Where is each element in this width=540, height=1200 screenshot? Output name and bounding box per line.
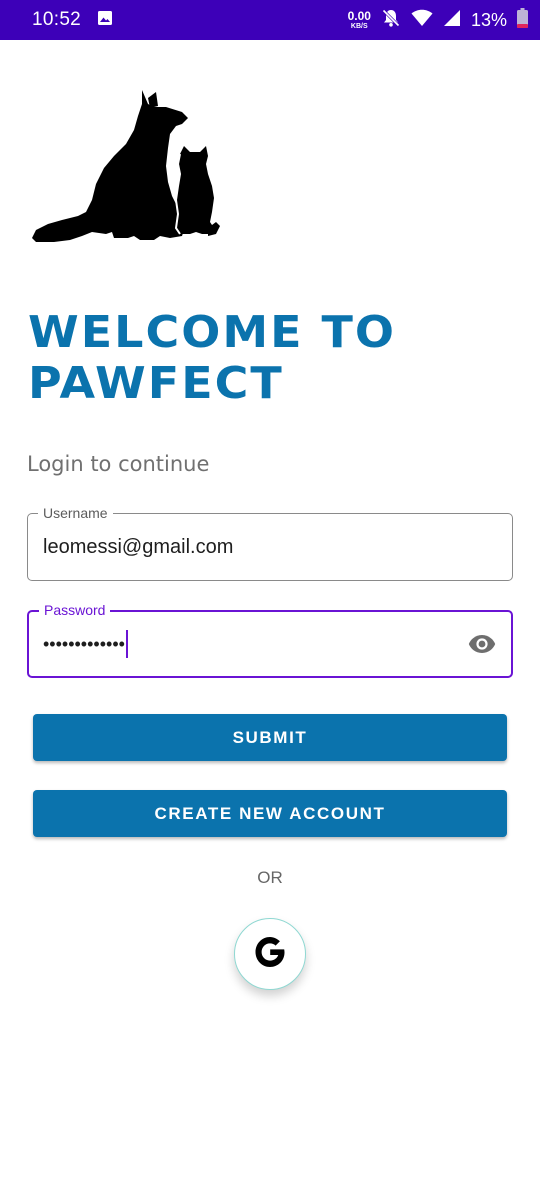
text-cursor (125, 630, 128, 658)
password-input[interactable]: ••••••••••••• (43, 612, 128, 676)
network-speed: 0.00 KB/S (348, 10, 371, 30)
password-masked-value: ••••••••••••• (43, 633, 125, 654)
bell-off-icon (381, 8, 401, 33)
submit-button[interactable]: SUBMIT (33, 714, 507, 761)
username-field[interactable]: Username leomessi@gmail.com (27, 504, 513, 581)
wifi-icon (411, 9, 433, 32)
google-signin-button[interactable] (234, 918, 306, 990)
username-input[interactable]: leomessi@gmail.com (43, 514, 233, 580)
signal-icon (443, 9, 461, 32)
google-g-icon (254, 936, 286, 973)
battery-percent: 13% (470, 9, 507, 30)
login-subtitle: Login to continue (27, 452, 210, 476)
welcome-title-line2: PAWFECT (28, 357, 284, 409)
network-speed-unit: KB/S (350, 23, 368, 30)
status-time: 10:52 (32, 9, 82, 30)
eye-icon[interactable] (467, 629, 497, 659)
password-field[interactable]: Password ••••••••••••• (27, 601, 513, 678)
welcome-title-line1: WELCOME TO (28, 306, 397, 358)
welcome-title: WELCOME TO PAWFECT (28, 306, 396, 409)
create-account-button[interactable]: CREATE NEW ACCOUNT (33, 790, 507, 837)
image-icon (97, 10, 113, 31)
dog-and-cat-silhouette-icon (30, 88, 220, 243)
network-speed-value: 0.00 (347, 9, 371, 23)
battery-icon (517, 7, 528, 33)
status-bar: 10:52 0.00 KB/S 13% (0, 0, 540, 40)
or-separator: OR (257, 868, 283, 887)
